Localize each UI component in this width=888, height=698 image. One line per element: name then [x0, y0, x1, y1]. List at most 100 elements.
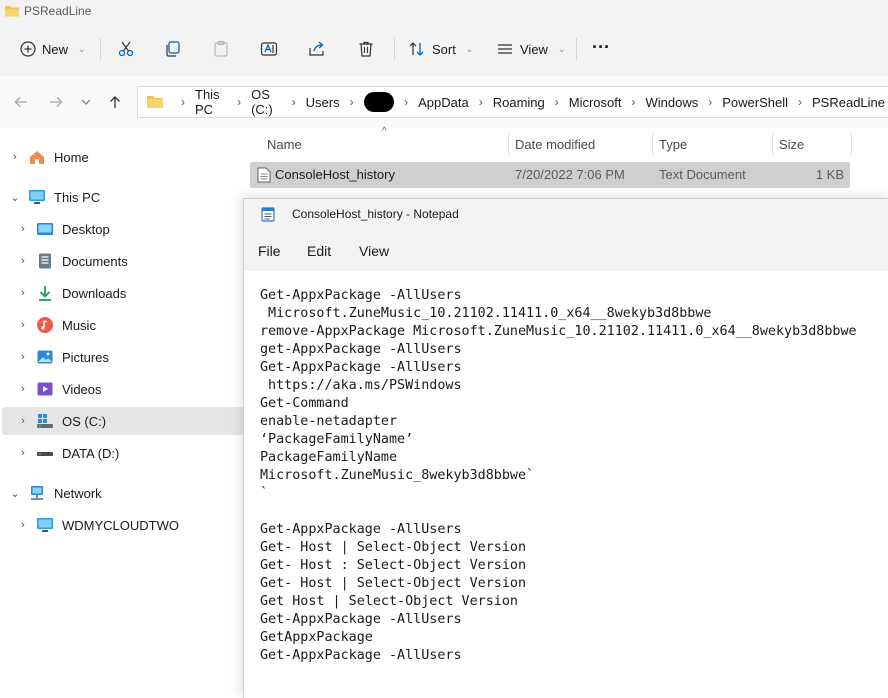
column-header-label: Date modified: [515, 136, 596, 152]
back-button[interactable]: [11, 93, 31, 113]
chevron-right-icon[interactable]: ›: [16, 255, 30, 267]
breadcrumb-item[interactable]: PowerShell: [719, 95, 791, 110]
new-button-label: New: [42, 41, 69, 57]
recent-locations-button[interactable]: [76, 93, 96, 113]
chevron-down-icon: [80, 96, 92, 111]
more-options-icon: ···: [592, 36, 610, 57]
column-header-name[interactable]: Name: [267, 133, 302, 155]
chevron-right-icon[interactable]: ›: [8, 151, 22, 163]
pictures-icon: [36, 348, 54, 366]
desktop-icon: [36, 220, 54, 238]
sidebar-item-network[interactable]: ⌄ Network: [2, 479, 239, 507]
notepad-text-area[interactable]: Get-AppxPackage -AllUsers Microsoft.Zune…: [260, 287, 880, 665]
drive-icon: [36, 444, 54, 462]
chevron-right-icon[interactable]: ›: [16, 447, 30, 459]
sidebar-item-label: This PC: [54, 189, 101, 205]
sidebar-item-desktop[interactable]: › Desktop: [2, 215, 247, 243]
notepad-title: ConsoleHost_history - Notepad: [292, 207, 459, 221]
sidebar-item-this-pc[interactable]: ⌄ This PC: [2, 183, 239, 211]
arrow-right-icon: [48, 94, 64, 113]
sort-button-label: Sort: [432, 41, 456, 57]
column-divider[interactable]: [772, 132, 773, 156]
trash-icon: [357, 40, 375, 58]
scissors-icon: [117, 40, 135, 58]
breadcrumb-item[interactable]: Users: [303, 95, 343, 110]
column-header-date-modified[interactable]: Date modified: [515, 133, 595, 155]
rename-button[interactable]: [260, 36, 278, 62]
chevron-right-icon[interactable]: ›: [16, 415, 30, 427]
sidebar-item-downloads[interactable]: › Downloads: [2, 279, 247, 307]
sidebar-item-music[interactable]: › Music: [2, 311, 247, 339]
new-button[interactable]: New ⌄: [20, 36, 86, 62]
navigation-pane: › Home ⌄ This PC › Desktop › Documents ›…: [0, 138, 247, 697]
up-button[interactable]: [105, 93, 125, 113]
sidebar-item-os-c[interactable]: › OS (C:): [2, 407, 247, 435]
chevron-right-icon[interactable]: ›: [230, 95, 248, 109]
chevron-right-icon[interactable]: ›: [16, 319, 30, 331]
network-icon: [28, 484, 46, 502]
column-header-size[interactable]: Size: [779, 133, 804, 155]
view-button[interactable]: View ⌄: [496, 36, 566, 62]
sidebar-item-pictures[interactable]: › Pictures: [2, 343, 247, 371]
breadcrumb-item-current[interactable]: PSReadLine: [809, 95, 888, 110]
share-button[interactable]: [308, 36, 326, 62]
chevron-right-icon[interactable]: ›: [548, 95, 566, 109]
chevron-right-icon[interactable]: ›: [16, 519, 30, 531]
toolbar-divider: [100, 38, 101, 60]
sidebar-item-label: Pictures: [62, 349, 109, 365]
chevron-right-icon[interactable]: ›: [343, 95, 361, 109]
paste-button[interactable]: [212, 36, 230, 62]
sidebar-item-data-d[interactable]: › DATA (D:): [2, 439, 247, 467]
notepad-menu-bar: File Edit View: [244, 231, 888, 271]
breadcrumb-item[interactable]: Windows: [642, 95, 701, 110]
chevron-right-icon: ›: [181, 95, 185, 109]
chevron-right-icon[interactable]: ›: [16, 351, 30, 363]
menu-edit[interactable]: Edit: [307, 243, 331, 259]
breadcrumb-item[interactable]: AppData: [415, 95, 472, 110]
sidebar-item-wdmycloudtwo[interactable]: › WDMYCLOUDTWO: [2, 511, 247, 539]
column-divider[interactable]: [508, 132, 509, 156]
column-header-type[interactable]: Type: [659, 133, 687, 155]
sidebar-item-videos[interactable]: › Videos: [2, 375, 247, 403]
address-bar[interactable]: › This PC › OS (C:) › Users › › AppData …: [137, 86, 888, 118]
chevron-right-icon[interactable]: ›: [624, 95, 642, 109]
chevron-right-icon[interactable]: ›: [16, 223, 30, 235]
text-file-icon: [257, 167, 271, 186]
sidebar-item-label: Videos: [62, 381, 102, 397]
breadcrumb-item[interactable]: OS (C:): [248, 87, 285, 117]
notepad-title-bar: ConsoleHost_history - Notepad: [244, 199, 888, 231]
chevron-right-icon[interactable]: ›: [16, 383, 30, 395]
music-icon: [36, 316, 54, 334]
sidebar-item-documents[interactable]: › Documents: [2, 247, 247, 275]
breadcrumb-item[interactable]: Microsoft: [566, 95, 625, 110]
column-divider[interactable]: [652, 132, 653, 156]
chevron-right-icon[interactable]: ›: [397, 95, 415, 109]
chevron-right-icon[interactable]: ›: [16, 287, 30, 299]
breadcrumb-item[interactable]: This PC: [192, 87, 230, 117]
delete-button[interactable]: [357, 36, 375, 62]
column-divider[interactable]: [851, 132, 852, 156]
file-size: 1 KB: [815, 167, 844, 182]
forward-button[interactable]: [46, 93, 66, 113]
rename-icon: [260, 40, 278, 58]
chevron-right-icon[interactable]: ›: [701, 95, 719, 109]
breadcrumb-item[interactable]: Roaming: [490, 95, 548, 110]
sidebar-item-label: Desktop: [62, 221, 110, 237]
view-list-icon: [496, 40, 514, 58]
cut-button[interactable]: [117, 36, 135, 62]
copy-button[interactable]: [164, 36, 182, 62]
chevron-right-icon[interactable]: ›: [791, 95, 809, 109]
chevron-right-icon[interactable]: ›: [472, 95, 490, 109]
more-options-button[interactable]: ···: [592, 34, 610, 60]
sidebar-item-label: Music: [62, 317, 96, 333]
folder-icon: [146, 94, 164, 110]
chevron-down-icon[interactable]: ⌄: [8, 191, 22, 204]
sidebar-item-home[interactable]: › Home: [2, 143, 239, 171]
chevron-right-icon[interactable]: ›: [285, 95, 303, 109]
menu-view[interactable]: View: [359, 243, 389, 259]
sort-button[interactable]: Sort ⌄: [408, 36, 473, 62]
menu-file[interactable]: File: [258, 243, 281, 259]
file-row[interactable]: ConsoleHost_history 7/20/2022 7:06 PM Te…: [250, 162, 850, 188]
chevron-down-icon[interactable]: ⌄: [8, 487, 22, 500]
drive-windows-icon: [36, 412, 54, 430]
